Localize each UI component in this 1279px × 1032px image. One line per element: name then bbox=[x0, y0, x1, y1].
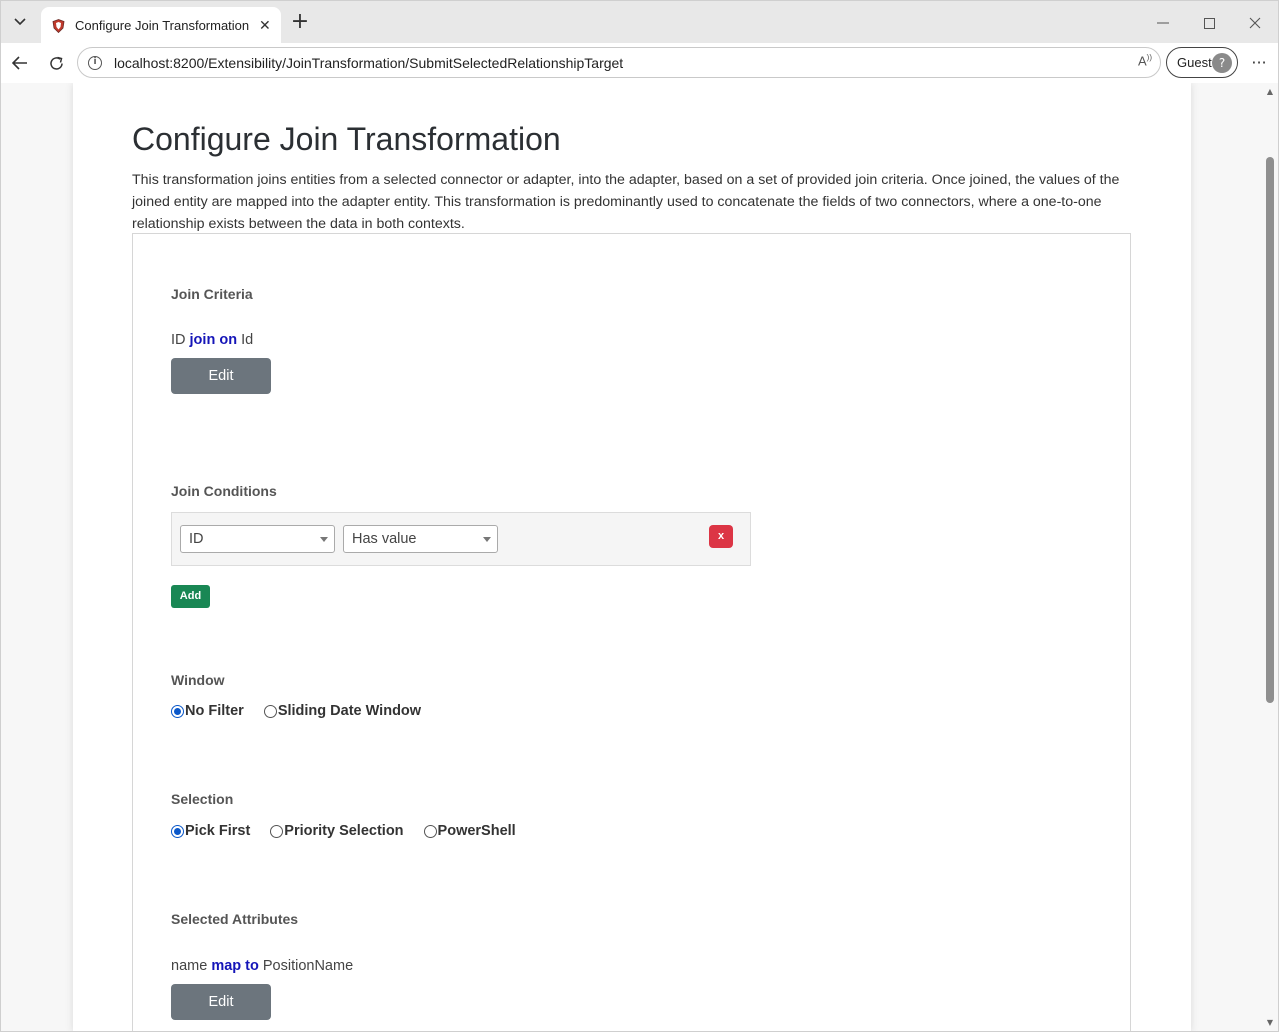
page-viewport: Configure Join Transformation This trans… bbox=[0, 83, 1279, 1032]
shield-favicon-icon bbox=[51, 18, 65, 33]
minimize-icon[interactable] bbox=[1151, 11, 1175, 35]
site-info-icon[interactable]: i bbox=[88, 55, 102, 70]
maximize-icon[interactable] bbox=[1197, 11, 1221, 35]
vertical-scrollbar[interactable]: ▲ ▼ bbox=[1262, 83, 1278, 1031]
condition-field-select[interactable]: ID bbox=[180, 525, 335, 553]
window-option-sliding-date[interactable]: Sliding Date Window bbox=[263, 703, 422, 719]
tab-list-chevron-icon[interactable] bbox=[7, 9, 33, 35]
selected-attribute-mapping: name map to PositionName bbox=[171, 958, 353, 974]
edit-selected-attributes-button[interactable]: Edit bbox=[171, 984, 271, 1020]
selected-attributes-heading: Selected Attributes bbox=[171, 911, 299, 927]
page-container: Configure Join Transformation This trans… bbox=[73, 83, 1191, 1031]
join-keyword: join on bbox=[189, 332, 238, 348]
selection-option-powershell[interactable]: PowerShell bbox=[423, 823, 516, 839]
tab-close-icon[interactable]: ✕ bbox=[259, 18, 271, 34]
condition-operator-select[interactable]: Has value bbox=[343, 525, 498, 553]
selection-heading: Selection bbox=[171, 791, 234, 807]
profile-button[interactable]: Guest ? bbox=[1166, 47, 1238, 78]
new-tab-plus-icon[interactable]: + bbox=[288, 11, 312, 35]
radio-powershell[interactable] bbox=[423, 824, 437, 838]
scroll-down-arrow-icon[interactable]: ▼ bbox=[1265, 1018, 1275, 1028]
tab-title: Configure Join Transformation - UI bbox=[75, 18, 253, 33]
url-text[interactable]: localhost:8200/Extensibility/JoinTransfo… bbox=[114, 55, 623, 71]
radio-priority-selection[interactable] bbox=[270, 824, 284, 838]
address-bar[interactable]: i localhost:8200/Extensibility/JoinTrans… bbox=[77, 47, 1161, 78]
join-criteria-mapping: ID join on Id bbox=[171, 332, 253, 348]
window-option-no-filter[interactable]: No Filter bbox=[171, 703, 244, 719]
page-description: This transformation joins entities from … bbox=[132, 172, 1120, 232]
browser-toolbar: i localhost:8200/Extensibility/JoinTrans… bbox=[0, 43, 1279, 83]
dropdown-caret-icon bbox=[483, 537, 491, 542]
edit-join-criteria-button[interactable]: Edit bbox=[171, 358, 271, 394]
radio-label: Sliding Date Window bbox=[277, 703, 422, 719]
radio-sliding-date-window[interactable] bbox=[263, 704, 277, 718]
join-condition-row: ID Has value x bbox=[171, 512, 751, 566]
join-source-field: ID bbox=[171, 332, 186, 348]
attribute-source-field: name bbox=[171, 958, 208, 974]
radio-label: No Filter bbox=[185, 703, 244, 719]
join-criteria-heading: Join Criteria bbox=[171, 286, 253, 302]
radio-no-filter[interactable] bbox=[171, 704, 184, 718]
more-options-icon[interactable]: ··· bbox=[1247, 51, 1271, 75]
selection-radio-group: Pick First Priority Selection PowerShell bbox=[171, 823, 536, 839]
add-condition-button[interactable]: Add bbox=[171, 585, 210, 608]
scroll-up-arrow-icon[interactable]: ▲ bbox=[1265, 87, 1275, 97]
radio-pick-first[interactable] bbox=[171, 824, 184, 838]
guest-avatar-icon: ? bbox=[1212, 53, 1232, 73]
join-target-field: Id bbox=[241, 332, 254, 348]
map-keyword: map to bbox=[211, 958, 259, 974]
read-aloud-icon[interactable]: A)) bbox=[1138, 53, 1152, 68]
window-radio-group: No Filter Sliding Date Window bbox=[171, 703, 441, 719]
join-conditions-heading: Join Conditions bbox=[171, 483, 277, 499]
page-title: Configure Join Transformation bbox=[132, 121, 561, 157]
radio-label: Pick First bbox=[185, 823, 251, 839]
remove-condition-button[interactable]: x bbox=[709, 525, 733, 548]
selection-option-priority[interactable]: Priority Selection bbox=[270, 823, 404, 839]
browser-tab[interactable]: Configure Join Transformation - UI ✕ bbox=[41, 7, 281, 44]
back-arrow-icon[interactable] bbox=[8, 51, 32, 75]
dropdown-caret-icon bbox=[320, 537, 328, 542]
browser-tab-bar: Configure Join Transformation - UI ✕ + bbox=[0, 0, 1279, 44]
selection-option-pick-first[interactable]: Pick First bbox=[171, 823, 250, 839]
scrollbar-thumb[interactable] bbox=[1266, 157, 1274, 703]
reload-icon[interactable] bbox=[44, 51, 68, 75]
attribute-target-field: PositionName bbox=[262, 958, 354, 974]
condition-operator-value: Has value bbox=[352, 531, 417, 547]
window-heading: Window bbox=[171, 672, 225, 688]
configuration-panel: Join Criteria ID join on Id Edit Join Co… bbox=[132, 233, 1131, 1031]
radio-label: PowerShell bbox=[437, 823, 516, 839]
profile-label: Guest bbox=[1177, 55, 1212, 70]
window-close-icon[interactable] bbox=[1243, 11, 1267, 35]
condition-field-value: ID bbox=[189, 531, 204, 547]
radio-label: Priority Selection bbox=[284, 823, 404, 839]
